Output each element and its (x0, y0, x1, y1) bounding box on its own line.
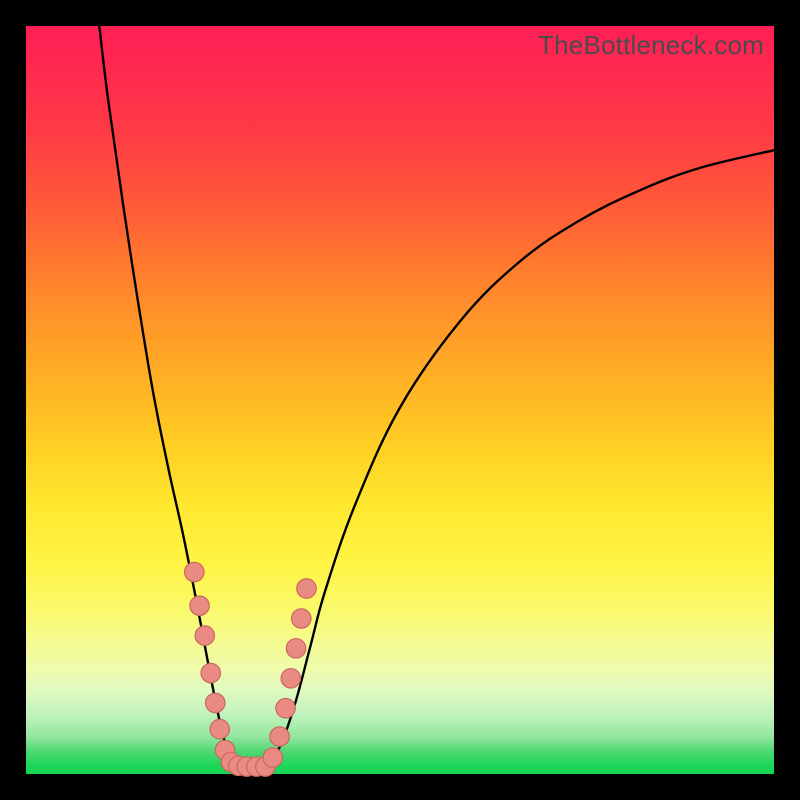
plot-area: TheBottleneck.com (26, 26, 774, 774)
data-marker (263, 748, 282, 767)
data-marker (210, 719, 229, 738)
curve-svg (26, 26, 774, 774)
data-marker (201, 663, 220, 682)
chart-frame: TheBottleneck.com (0, 0, 800, 800)
data-marker (195, 626, 214, 645)
data-marker (281, 669, 300, 688)
data-marker (276, 698, 295, 717)
data-marker (270, 727, 289, 746)
data-marker (185, 562, 204, 581)
data-marker (206, 693, 225, 712)
data-marker (292, 609, 311, 628)
data-marker (286, 639, 305, 658)
bottleneck-curve (99, 26, 774, 769)
marker-group (185, 562, 317, 776)
data-marker (190, 596, 209, 615)
data-marker (297, 579, 316, 598)
